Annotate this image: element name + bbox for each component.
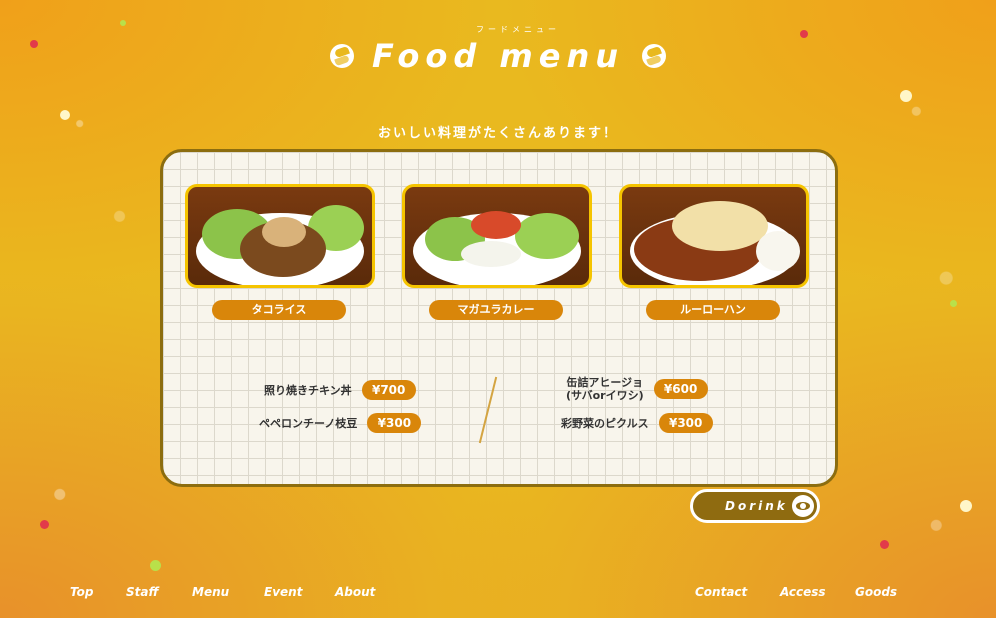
nav-goods[interactable]: Goods [855,585,897,599]
dish-card[interactable]: マガユラカレー [402,184,592,320]
paint-speck [60,110,70,120]
menu-item: 彩野菜のピクルス ¥300 [561,413,713,433]
dish-photo [402,184,592,288]
drink-menu-button[interactable]: Dorink [690,489,820,523]
menu-item-price: ¥700 [361,380,416,400]
menu-item-price: ¥300 [367,413,422,433]
egg [672,201,768,251]
dish-photo [185,184,375,288]
nav-contact[interactable]: Contact [695,585,747,599]
menu-item: ペペロンチーノ枝豆 ¥300 [259,413,422,433]
page-subtitle: おいしい料理がたくさんあります！ [377,126,618,141]
topping [262,217,306,247]
nav-about[interactable]: About [335,585,375,599]
nav-event[interactable]: Event [264,585,302,599]
paint-speck [150,560,161,571]
menu-item-name: 缶詰アヒージョ (サバorイワシ) [566,376,644,402]
menu-item-price: ¥600 [653,379,708,399]
paint-speck [880,540,889,549]
tomato [471,211,521,239]
nav-staff[interactable]: Staff [126,585,158,599]
menu-item: 照り焼きチキン丼 ¥700 [264,380,416,400]
dish-name: タコライス [212,300,346,320]
dish-card[interactable]: タコライス [185,184,375,320]
menu-item: 缶詰アヒージョ (サバorイワシ) ¥600 [566,376,708,402]
dish-photo [619,184,809,288]
nav-access[interactable]: Access [780,585,826,599]
title-row: Food menu [0,37,996,75]
title-kana: フードメニュー [476,25,560,34]
nav-menu[interactable]: Menu [192,585,229,599]
drink-button-label: Dorink [725,499,788,513]
yin-yang-icon [642,44,666,68]
dish-card[interactable]: ルーローハン [619,184,809,320]
paint-speck [900,90,912,102]
dish-name: マガユラカレー [429,300,563,320]
menu-item-name-line1: 缶詰アヒージョ [566,376,644,389]
rice [756,231,800,271]
header: フードメニュー Food menu [0,24,996,75]
menu-item-name: 彩野菜のピクルス [561,417,649,430]
dish-name: ルーローハン [646,300,780,320]
paint-speck [960,500,972,512]
menu-item-name: ペペロンチーノ枝豆 [259,417,358,430]
nav-top[interactable]: Top [70,585,93,599]
eye-icon [792,495,814,517]
menu-item-name-line2: (サバorイワシ) [566,389,644,402]
paint-speck [950,300,957,307]
menu-item-price: ¥300 [658,413,713,433]
rice [461,241,521,267]
page-title: Food menu [372,37,624,75]
lettuce [515,213,579,259]
menu-item-name: 照り焼きチキン丼 [264,384,352,397]
yin-yang-icon [330,44,354,68]
paint-speck [40,520,49,529]
